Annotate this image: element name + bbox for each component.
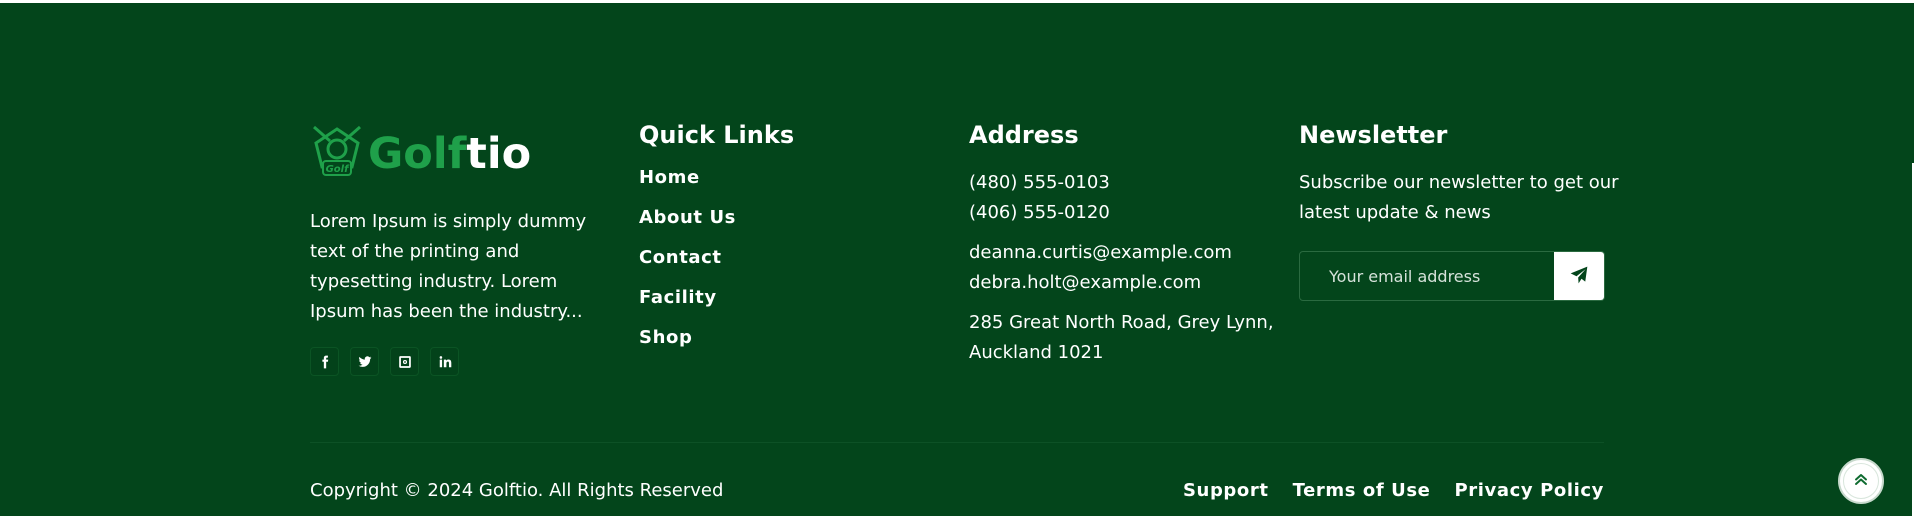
site-footer: Golf Golftio Lorem Ipsum is simply dummy… (0, 3, 1912, 516)
double-chevron-up-icon (1853, 471, 1869, 491)
newsletter-description: Subscribe our newsletter to get our late… (1299, 172, 1619, 223)
newsletter-email-input[interactable] (1300, 252, 1554, 300)
golf-badge-icon: Golf (310, 123, 364, 185)
logo-text-tio: tio (466, 128, 532, 179)
twitter-icon[interactable] (350, 347, 379, 376)
quick-link-contact[interactable]: Contact (639, 248, 794, 268)
email-group: deanna.curtis@example.com debra.holt@exa… (969, 238, 1274, 298)
newsletter-submit-button[interactable] (1554, 252, 1604, 300)
phone-group: (480) 555-0103 (406) 555-0120 (969, 168, 1274, 228)
phone-number[interactable]: (406) 555-0120 (969, 198, 1274, 228)
scroll-to-top-ring (1843, 463, 1879, 499)
footer-divider (310, 442, 1604, 443)
footer-brand-column: Golf Golftio Lorem Ipsum is simply dummy… (310, 123, 610, 376)
city-line: Auckland 1021 (969, 342, 1104, 363)
quick-links-title: Quick Links (639, 121, 795, 149)
copyright-text: Copyright © 2024 Golftio. All Rights Res… (310, 480, 724, 501)
logo-text: Golftio (368, 132, 531, 176)
linkedin-icon[interactable] (430, 347, 459, 376)
newsletter-title: Newsletter (1299, 121, 1448, 149)
logo[interactable]: Golf Golftio (310, 123, 610, 185)
address-details: (480) 555-0103 (406) 555-0120 deanna.cur… (969, 168, 1274, 368)
terms-of-use-link[interactable]: Terms of Use (1293, 479, 1431, 503)
address-title: Address (969, 121, 1079, 149)
email-address[interactable]: debra.holt@example.com (969, 268, 1274, 298)
about-text: Lorem Ipsum is simply dummy text of the … (310, 211, 587, 322)
scroll-to-top-button[interactable] (1838, 458, 1884, 504)
street-line: 285 Great North Road, Grey Lynn, (969, 312, 1274, 333)
quick-link-home[interactable]: Home (639, 168, 794, 188)
svg-text:Golf: Golf (326, 164, 351, 175)
support-link[interactable]: Support (1183, 479, 1269, 503)
quick-link-facility[interactable]: Facility (639, 288, 794, 308)
quick-links-list: Home About Us Contact Facility Shop (639, 168, 794, 348)
privacy-policy-link[interactable]: Privacy Policy (1455, 479, 1605, 503)
logo-text-golf: Golf (368, 128, 467, 179)
phone-number[interactable]: (480) 555-0103 (969, 168, 1274, 198)
email-address[interactable]: deanna.curtis@example.com (969, 238, 1274, 268)
newsletter-column: Newsletter Subscribe our newsletter to g… (1299, 120, 1619, 301)
page-edge-accent (1912, 3, 1914, 163)
send-icon (1569, 265, 1589, 288)
facebook-icon[interactable] (310, 347, 339, 376)
quick-link-about-us[interactable]: About Us (639, 208, 794, 228)
footer-bottom-links: Support Terms of Use Privacy Policy (1183, 479, 1604, 503)
newsletter-form (1299, 251, 1605, 301)
address-column: Address (480) 555-0103 (406) 555-0120 de… (969, 120, 1274, 368)
instagram-icon[interactable] (390, 347, 419, 376)
quick-links-column: Quick Links Home About Us Contact Facili… (639, 120, 794, 368)
street-address: 285 Great North Road, Grey Lynn, Aucklan… (969, 308, 1274, 368)
social-links (310, 347, 610, 376)
quick-link-shop[interactable]: Shop (639, 328, 794, 348)
